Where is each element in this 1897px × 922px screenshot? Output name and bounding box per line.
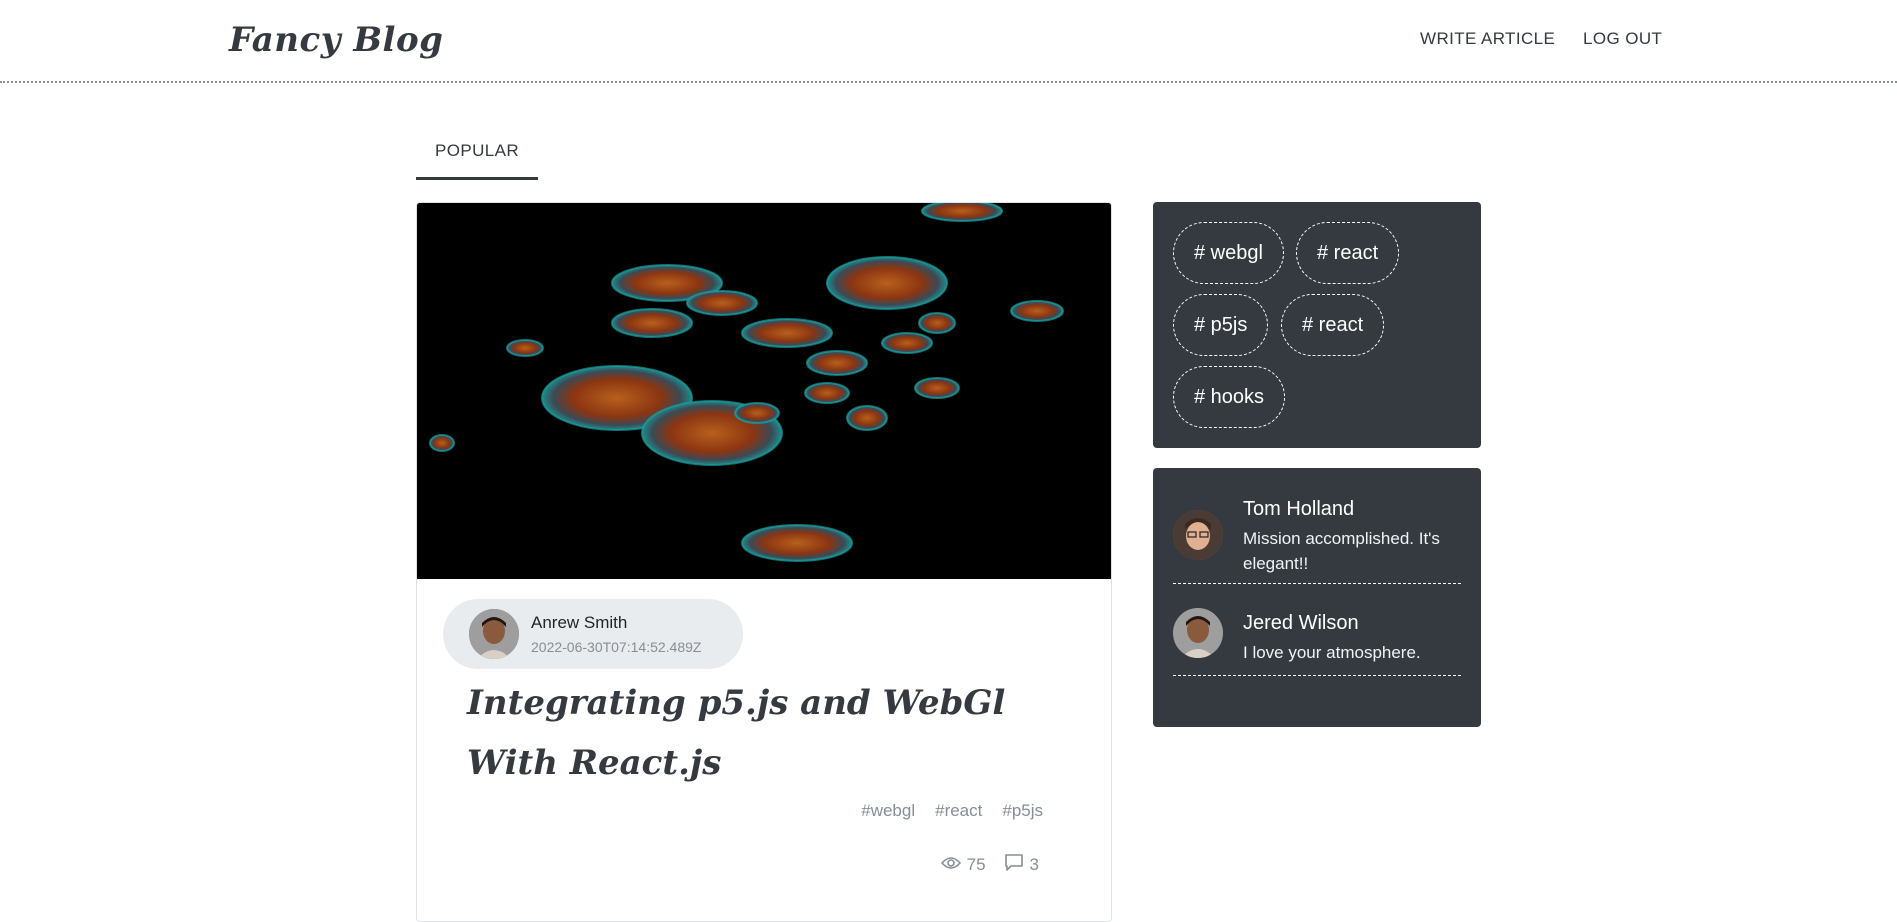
article-date: 2022-06-30T07:14:52.489Z [531,639,702,655]
author-name[interactable]: Anrew Smith [531,613,627,633]
author-avatar [469,609,519,659]
sidebar-tag-webgl[interactable]: # webgl [1173,222,1284,284]
eye-icon [940,855,961,875]
cover-artwork [417,203,1111,579]
top-navbar: Fancy Blog WRITE ARTICLE LOG OUT [0,0,1897,83]
comment-text: Mission accomplished. It's elegant!! [1243,529,1440,573]
sidebar-tag-hooks[interactable]: # hooks [1173,366,1286,428]
commenter-name[interactable]: Tom Holland [1243,498,1354,521]
article-tag-webgl[interactable]: #webgl [861,801,915,821]
article-stats: 75 3 [940,853,1039,876]
comment-text: I love your atmosphere. [1243,643,1421,662]
views-count: 75 [966,854,986,874]
sidebar-tag-p5js[interactable]: # p5js [1173,294,1269,356]
comment-icon [1004,853,1024,876]
article-tag-react[interactable]: #react [935,801,982,821]
tab-popular[interactable]: POPULAR [416,128,538,180]
comments-count: 3 [1029,854,1039,874]
article-tag-p5js[interactable]: #p5js [1002,801,1043,821]
recent-comments-panel: Tom Holland Mission accomplished. It's e… [1153,468,1481,727]
author-badge[interactable]: Anrew Smith 2022-06-30T07:14:52.489Z [443,599,743,669]
article-cover-image[interactable] [417,203,1111,579]
views-stat: 75 [940,854,986,875]
commenter-name[interactable]: Jered Wilson [1243,612,1359,635]
write-article-link[interactable]: WRITE ARTICLE [1420,29,1555,49]
sidebar-tag-react[interactable]: # react [1296,222,1400,284]
article-title[interactable]: Integrating p5.js and WebGl With React.j… [467,673,1027,793]
article-card[interactable]: Anrew Smith 2022-06-30T07:14:52.489Z Int… [416,202,1112,922]
comment-item[interactable]: Jered Wilson I love your atmosphere. [1173,584,1461,676]
article-tags: #webgl #react #p5js [861,801,1043,821]
popular-tags-panel: # webgl # react # p5js # react # hooks [1153,202,1481,448]
sidebar-tag-react-2[interactable]: # react [1281,294,1385,356]
log-out-link[interactable]: LOG OUT [1583,29,1662,49]
commenter-avatar [1173,510,1223,560]
comments-stat[interactable]: 3 [1004,853,1039,876]
comment-item[interactable]: Tom Holland Mission accomplished. It's e… [1173,468,1461,584]
commenter-avatar [1173,608,1223,658]
site-logo[interactable]: Fancy Blog [229,20,443,60]
